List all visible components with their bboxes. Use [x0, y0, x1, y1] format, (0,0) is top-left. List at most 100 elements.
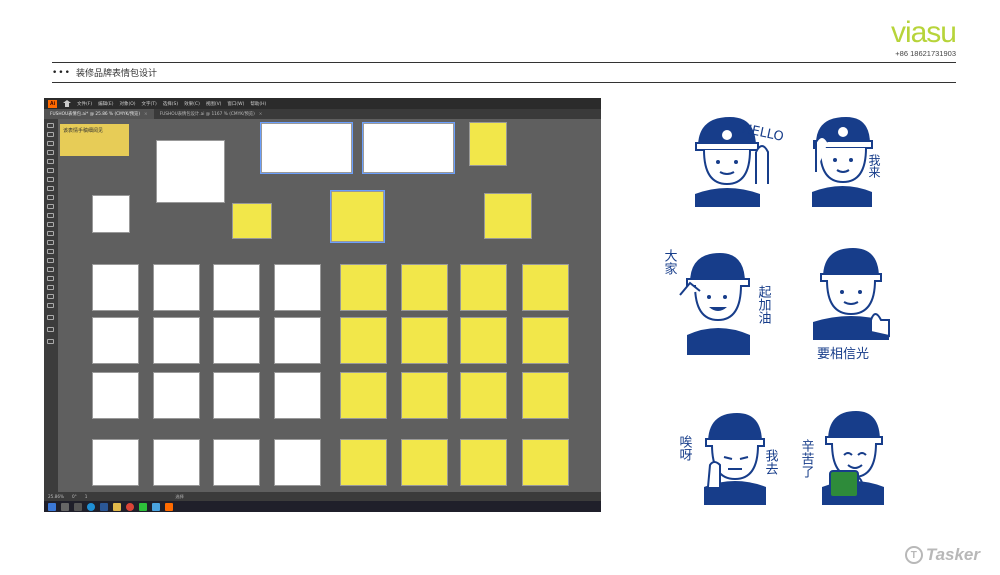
artboard-thumbnail[interactable] [460, 372, 507, 419]
file-explorer-icon[interactable] [113, 502, 121, 511]
illustrator-app-icon[interactable]: Ai [48, 99, 57, 108]
artboard-thumbnail[interactable] [401, 372, 448, 419]
artboard-thumbnail[interactable] [274, 372, 321, 419]
artboard-thumbnail[interactable] [274, 439, 321, 486]
shape-builder-tool-icon[interactable] [47, 258, 54, 263]
app-icon[interactable] [152, 502, 160, 511]
zoom-level[interactable]: 25.86% [48, 494, 64, 499]
brand-phone: +86 18621731903 [895, 49, 956, 58]
artboard-thumbnail[interactable] [340, 439, 387, 486]
artboard-canvas[interactable]: 该表情手稿细阅见 [58, 119, 601, 492]
zoom-tool-icon[interactable] [47, 303, 54, 308]
artboard-thumbnail[interactable] [340, 317, 387, 364]
artboard-thumbnail[interactable] [522, 439, 569, 486]
word-app-icon[interactable] [100, 502, 108, 511]
artboard-thumbnail[interactable] [401, 439, 448, 486]
page-title: 装修品牌表情包设计 [75, 69, 157, 79]
artboard-thumbnail[interactable] [92, 439, 139, 486]
eyedropper-tool-icon[interactable] [47, 267, 54, 272]
hand-tool-icon[interactable] [47, 294, 54, 299]
document-tabs: FUSHOU表情包.ai* @ 25.86 % (CMYK/预览) × FUSH… [44, 109, 601, 119]
rotation-value[interactable]: 0° [72, 494, 77, 499]
artboard-thumbnail[interactable] [213, 372, 260, 419]
close-icon[interactable]: × [259, 112, 263, 117]
artboard-thumbnail[interactable] [274, 264, 321, 311]
artboard-thumbnail[interactable] [362, 122, 455, 174]
artboard-thumbnail[interactable] [522, 264, 569, 311]
artboard-thumbnail[interactable] [330, 190, 385, 243]
blend-tool-icon[interactable] [47, 276, 54, 281]
magic-wand-tool-icon[interactable] [47, 141, 54, 146]
artboard-thumbnail[interactable] [460, 317, 507, 364]
artboard-thumbnail[interactable] [460, 439, 507, 486]
artboard-thumbnail[interactable] [522, 372, 569, 419]
chrome-browser-icon[interactable] [126, 502, 134, 511]
artboard-thumbnail[interactable] [153, 317, 200, 364]
artboard-thumbnail[interactable] [274, 317, 321, 364]
artboard-tool-icon[interactable] [47, 285, 54, 290]
artboard-thumbnail[interactable] [92, 195, 130, 233]
artboard-thumbnail[interactable] [469, 122, 507, 166]
search-icon[interactable] [61, 502, 69, 511]
selection-tool-icon[interactable] [47, 123, 54, 128]
artboard-thumbnail[interactable] [401, 264, 448, 311]
sticky-note: 该表情手稿细阅见 [60, 124, 129, 156]
artboard-thumbnail[interactable] [92, 317, 139, 364]
artboard-thumbnail[interactable] [401, 317, 448, 364]
rotate-tool-icon[interactable] [47, 222, 54, 227]
rectangle-tool-icon[interactable] [47, 186, 54, 191]
type-tool-icon[interactable] [47, 168, 54, 173]
direct-selection-tool-icon[interactable] [47, 132, 54, 137]
artboard-thumbnail[interactable] [340, 372, 387, 419]
pen-tool-icon[interactable] [47, 150, 54, 155]
artboard-thumbnail[interactable] [460, 264, 507, 311]
artboard-thumbnail[interactable] [213, 439, 260, 486]
more-tools-icon[interactable] [47, 339, 54, 344]
menu-window[interactable]: 窗口(W) [227, 101, 244, 107]
artboard-number[interactable]: 1 [85, 494, 88, 499]
artboard-thumbnail[interactable] [153, 439, 200, 486]
tab-document-2[interactable]: FUSHOU表情包设计.ai @ 1167 % (CMYK/预览) × [154, 109, 269, 119]
artboard-thumbnail[interactable] [92, 372, 139, 419]
menu-object[interactable]: 对象(O) [119, 101, 135, 107]
menu-select[interactable]: 选择(S) [163, 101, 178, 107]
artboard-thumbnail[interactable] [156, 140, 225, 203]
draw-mode-icon[interactable] [47, 327, 54, 332]
wechat-app-icon[interactable] [139, 502, 147, 511]
fill-stroke-icon[interactable] [47, 315, 54, 320]
artboard-thumbnail[interactable] [153, 264, 200, 311]
illustrator-taskbar-icon[interactable] [165, 502, 173, 511]
artboard-thumbnail[interactable] [484, 193, 532, 239]
scale-tool-icon[interactable] [47, 231, 54, 236]
windows-start-icon[interactable] [48, 502, 56, 511]
menu-effect[interactable]: 效果(C) [184, 101, 200, 107]
artboard-thumbnail[interactable] [213, 317, 260, 364]
tab-document-1[interactable]: FUSHOU表情包.ai* @ 25.86 % (CMYK/预览) × [44, 109, 154, 119]
artboard-thumbnail[interactable] [153, 372, 200, 419]
curvature-tool-icon[interactable] [47, 159, 54, 164]
artboard-thumbnail[interactable] [260, 122, 353, 174]
menu-type[interactable]: 文字(T) [142, 101, 157, 107]
menu-view[interactable]: 视图(V) [206, 101, 222, 107]
line-tool-icon[interactable] [47, 177, 54, 182]
task-view-icon[interactable] [74, 502, 82, 511]
artboard-thumbnail[interactable] [232, 203, 272, 239]
artboard-thumbnail[interactable] [340, 264, 387, 311]
edge-browser-icon[interactable] [87, 502, 95, 511]
paintbrush-tool-icon[interactable] [47, 195, 54, 200]
bullet-dots: ••• [52, 67, 71, 78]
close-icon[interactable]: × [144, 112, 148, 117]
sticker-wolai: 我来 [808, 112, 898, 212]
eraser-tool-icon[interactable] [47, 213, 54, 218]
artboard-thumbnail[interactable] [213, 264, 260, 311]
menu-file[interactable]: 文件(F) [77, 101, 92, 107]
menu-help[interactable]: 帮助(H) [250, 101, 266, 107]
free-transform-tool-icon[interactable] [47, 249, 54, 254]
artboard-thumbnail[interactable] [92, 264, 139, 311]
artboard-thumbnail[interactable] [522, 317, 569, 364]
home-icon[interactable] [63, 100, 71, 107]
pencil-tool-icon[interactable] [47, 204, 54, 209]
menu-edit[interactable]: 编辑(E) [98, 101, 113, 107]
width-tool-icon[interactable] [47, 240, 54, 245]
tasker-watermark: T Tasker [904, 545, 980, 565]
